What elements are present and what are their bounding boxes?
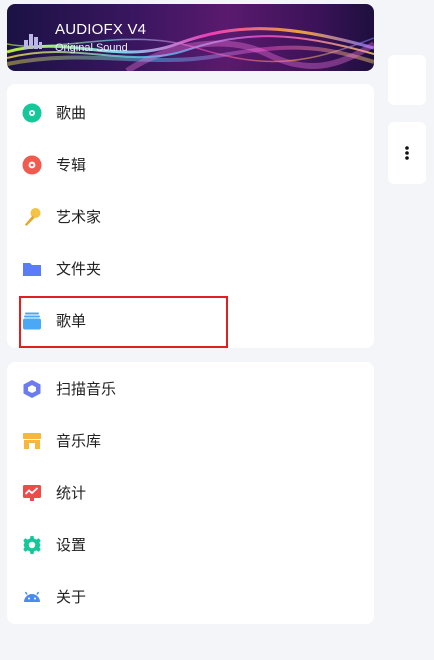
app-title: AUDIOFX V4 <box>55 21 147 38</box>
android-icon <box>24 591 40 602</box>
album-icon <box>22 155 42 175</box>
background-card <box>388 55 426 105</box>
artist-icon <box>25 208 41 226</box>
settings-icon <box>23 536 41 554</box>
menu-item-folder[interactable]: 文件夹 <box>7 243 374 295</box>
drawer-header: AUDIOFX V4 Original Sound <box>7 4 374 71</box>
music-library-icon <box>23 433 41 449</box>
menu-item-label: 设置 <box>56 536 87 554</box>
menu-item-stats[interactable]: 统计 <box>7 467 374 519</box>
navigation-drawer: AUDIOFX V4 Original Sound 歌曲 专辑 艺术家 文件夹 … <box>0 0 382 660</box>
menu-item-about[interactable]: 关于 <box>7 571 374 623</box>
app-subtitle: Original Sound <box>55 42 128 54</box>
playlist-icon <box>23 312 41 330</box>
menu-item-scan-music[interactable]: 扫描音乐 <box>7 363 374 415</box>
folder-icon <box>23 263 41 276</box>
app-screen: AUDIOFX V4 Original Sound 歌曲 专辑 艺术家 文件夹 … <box>0 0 434 660</box>
menu-item-label: 统计 <box>56 484 87 502</box>
scan-icon <box>23 380 41 398</box>
menu-item-playlist[interactable]: 歌单 <box>7 295 374 347</box>
menu-item-label: 歌单 <box>56 312 87 330</box>
more-options-button[interactable] <box>388 122 426 184</box>
menu-item-label: 关于 <box>56 588 87 606</box>
menu-item-settings[interactable]: 设置 <box>7 519 374 571</box>
tools-menu-card: 扫描音乐 音乐库 统计 设置 关于 <box>7 362 374 624</box>
menu-item-label: 文件夹 <box>56 260 102 278</box>
menu-item-music-library[interactable]: 音乐库 <box>7 415 374 467</box>
menu-item-label: 歌曲 <box>56 104 87 122</box>
menu-item-label: 专辑 <box>56 156 87 174</box>
menu-item-label: 艺术家 <box>56 208 102 226</box>
menu-item-label: 音乐库 <box>56 432 102 450</box>
menu-item-songs[interactable]: 歌曲 <box>7 87 374 139</box>
menu-item-artist[interactable]: 艺术家 <box>7 191 374 243</box>
more-vertical-icon <box>405 146 409 160</box>
equalizer-logo-icon <box>24 34 42 49</box>
menu-item-album[interactable]: 专辑 <box>7 139 374 191</box>
songs-icon <box>22 103 42 123</box>
menu-item-label: 扫描音乐 <box>56 380 117 398</box>
stats-icon <box>23 485 41 501</box>
library-menu-card: 歌曲 专辑 艺术家 文件夹 歌单 <box>7 84 374 348</box>
